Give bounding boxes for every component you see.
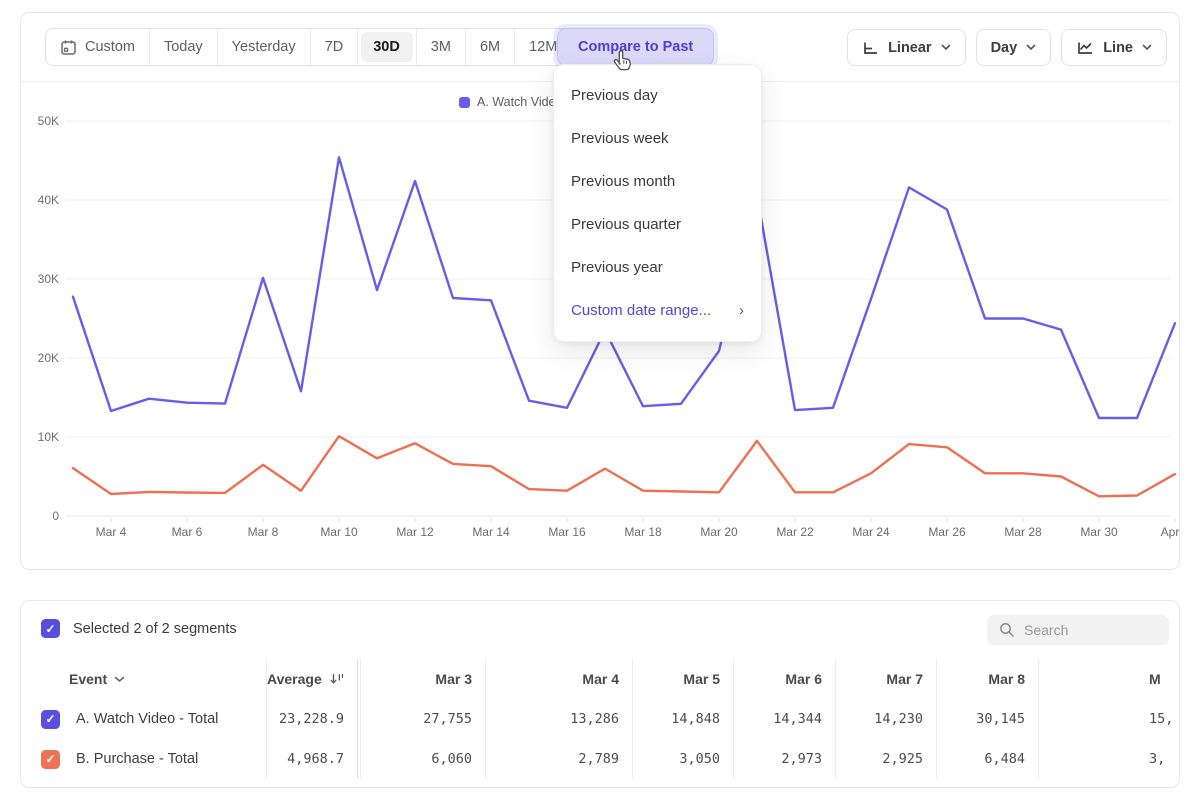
menu-item-label: Previous week [571,130,669,147]
segments-selector: ✓ Selected 2 of 2 segments [41,619,237,638]
x-axis-tick-label: Mar 28 [1004,525,1042,539]
table-header-row: Event Average Mar 3Mar 4Mar 5Mar 6Mar 7Mar… [21,659,1179,699]
column-header-average[interactable]: Average [267,659,358,699]
menu-item-previous-month[interactable]: Previous month [554,160,761,203]
menu-item-label: Previous month [571,173,675,190]
average-value-cell: 23,228.9 [267,699,358,739]
y-axis-tick-label: 40K [38,193,59,207]
column-header-mar-8: Mar 8 [937,659,1039,699]
column-header-mar-5: Mar 5 [633,659,734,699]
sort-icon[interactable] [329,672,344,687]
series-line-b-purchase[interactable] [73,436,1175,496]
menu-item-label: Previous year [571,259,663,276]
value-cell: 27,755 [360,699,486,739]
x-axis-tick-label: Mar 26 [928,525,966,539]
column-header-mar-7: Mar 7 [836,659,937,699]
value-cell: 6,060 [360,739,486,779]
search-input[interactable] [1024,622,1154,638]
menu-item-previous-week[interactable]: Previous week [554,117,761,160]
value-cell: 14,344 [734,699,836,739]
column-header-mar-6: Mar 6 [734,659,836,699]
x-axis-tick-label: Mar 14 [472,525,510,539]
event-name: B. Purchase - Total [76,751,198,767]
average-value-cell: 4,968.7 [267,739,358,779]
value-cell: 6,484 [937,739,1039,779]
column-header-m: M [1039,659,1179,699]
value-cell: 13,286 [486,699,633,739]
value-cell: 2,973 [734,739,836,779]
menu-item-previous-year[interactable]: Previous year [554,246,761,289]
value-cell: 3,050 [633,739,734,779]
event-name: A. Watch Video - Total [76,711,218,727]
row-checkbox[interactable]: ✓ [41,710,60,729]
x-axis-tick-label: Mar 10 [320,525,358,539]
y-axis-tick-label: 0 [52,509,59,523]
event-header-label: Event [69,671,107,687]
menu-item-previous-quarter[interactable]: Previous quarter [554,203,761,246]
y-axis-tick-label: 20K [38,351,59,365]
value-cell: 14,230 [836,699,937,739]
x-axis-tick-label: Mar 6 [172,525,203,539]
x-axis-tick-label: Mar 22 [776,525,814,539]
value-cell: 2,925 [836,739,937,779]
value-cell: 30,145 [937,699,1039,739]
segments-table: Event Average Mar 3Mar 4Mar 5Mar 6Mar 7Mar… [21,659,1179,779]
compare-dropdown-menu: Previous day Previous week Previous month P… [553,64,762,342]
value-cell: 14,848 [633,699,734,739]
menu-item-label: Previous quarter [571,216,681,233]
x-axis-tick-label: Mar 20 [700,525,738,539]
menu-item-label: Custom date range... [571,302,711,319]
search-box [987,615,1169,645]
column-header-mar-3: Mar 3 [360,659,486,699]
table-row: ✓ B. Purchase - Total 4,968.76,0602,7893,0… [21,739,1179,779]
select-all-checkbox[interactable]: ✓ [41,619,60,638]
segments-table-card: ✓ Selected 2 of 2 segments Event Average M… [20,600,1180,788]
event-cell: ✓ A. Watch Video - Total [21,699,267,739]
chevron-down-icon [114,676,125,683]
menu-item-previous-day[interactable]: Previous day [554,74,761,117]
search-icon [999,622,1015,638]
y-axis-tick-label: 30K [38,272,59,286]
row-checkbox[interactable]: ✓ [41,750,60,769]
y-axis-tick-label: 50K [38,114,59,128]
y-axis-tick-label: 10K [38,430,59,444]
segments-selected-label: Selected 2 of 2 segments [73,621,237,637]
x-axis-tick-label: Mar 8 [248,525,279,539]
value-cell: 15, [1039,699,1179,739]
menu-item-custom-date-range[interactable]: Custom date range... › [554,289,761,332]
value-cell: 2,789 [486,739,633,779]
x-axis-tick-label: Mar 18 [624,525,662,539]
value-cell: 3, [1039,739,1179,779]
x-axis-tick-label: Apr 1 [1161,525,1181,539]
column-header-mar-4: Mar 4 [486,659,633,699]
table-row: ✓ A. Watch Video - Total 23,228.927,75513,… [21,699,1179,739]
column-header-event[interactable]: Event [21,659,267,699]
x-axis-tick-label: Mar 30 [1080,525,1118,539]
menu-item-label: Previous day [571,87,658,104]
x-axis-tick-label: Mar 4 [96,525,127,539]
chevron-right-icon: › [739,302,744,319]
average-header-label: Average [267,671,322,687]
event-cell: ✓ B. Purchase - Total [21,739,267,779]
x-axis-tick-label: Mar 16 [548,525,586,539]
x-axis-tick-label: Mar 24 [852,525,890,539]
x-axis-tick-label: Mar 12 [396,525,434,539]
